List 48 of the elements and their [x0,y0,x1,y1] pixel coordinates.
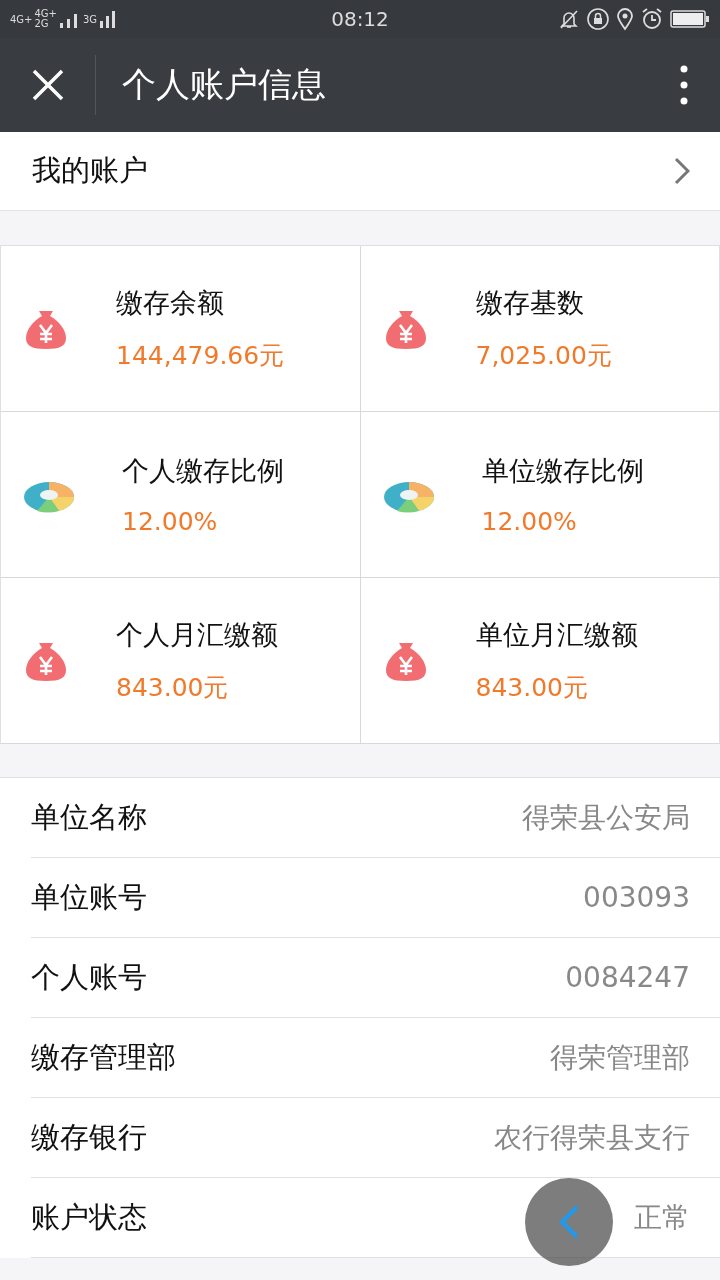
field-value: 0084247 [565,961,690,994]
field-label: 单位名称 [31,798,147,836]
network-label: 2G [34,19,50,29]
stat-card[interactable]: 个人缴存比例 12.00% [1,412,361,578]
stat-card[interactable]: 单位月汇缴额 843.00元 [360,578,720,744]
field-label: 缴存管理部 [31,1038,176,1076]
stat-value: 843.00元 [475,672,589,704]
stat-label: 个人缴存比例 [122,454,284,488]
alarm-icon [640,7,664,31]
field-label: 单位账号 [31,878,147,916]
rotation-lock-icon [586,7,610,31]
stat-card[interactable]: 缴存余额 144,479.66元 [1,246,361,412]
stat-label: 单位月汇缴额 [475,618,638,652]
network-label: 4G+ [10,13,33,25]
stat-value: 843.00元 [116,672,230,704]
stat-card[interactable]: 个人月汇缴额 843.00元 [1,578,361,744]
chevron-left-icon [558,1204,580,1240]
field-value: 得荣管理部 [550,1039,690,1076]
stat-label: 缴存余额 [116,286,225,320]
signal-icon [99,9,118,29]
stat-card[interactable]: 单位缴存比例 12.00% [360,412,720,578]
field-label: 缴存银行 [31,1118,147,1156]
stat-value: 144,479.66元 [116,340,285,372]
clock-time: 08:12 [331,7,389,31]
stat-value: 12.00% [122,507,219,536]
stat-label: 缴存基数 [475,286,585,320]
stat-value: 7,025.00元 [475,340,612,372]
field-value: 003093 [583,881,690,914]
battery-icon [670,9,710,29]
page-title: 个人账户信息 [122,63,327,106]
field-value: 正常 [634,1199,690,1236]
stat-value: 12.00% [481,507,578,536]
network-label: 3G [83,13,98,25]
field-value: 农行得荣县支行 [494,1119,690,1156]
network-label: 4G+ [34,9,57,19]
my-account-label: 我的账户 [32,152,148,189]
more-icon [680,65,688,105]
field-value: 得荣县公安局 [522,799,690,836]
stat-label: 个人月汇缴额 [116,618,278,652]
field-label: 账户状态 [31,1198,147,1236]
close-icon [30,68,65,102]
stat-card[interactable]: 缴存基数 7,025.00元 [360,246,720,412]
chevron-right-icon [674,157,690,185]
my-account-row[interactable]: 我的账户 [0,132,720,211]
location-icon [616,7,634,31]
field-label: 个人账号 [31,958,147,996]
stat-label: 单位缴存比例 [481,454,644,488]
muted-bell-icon [558,8,580,30]
